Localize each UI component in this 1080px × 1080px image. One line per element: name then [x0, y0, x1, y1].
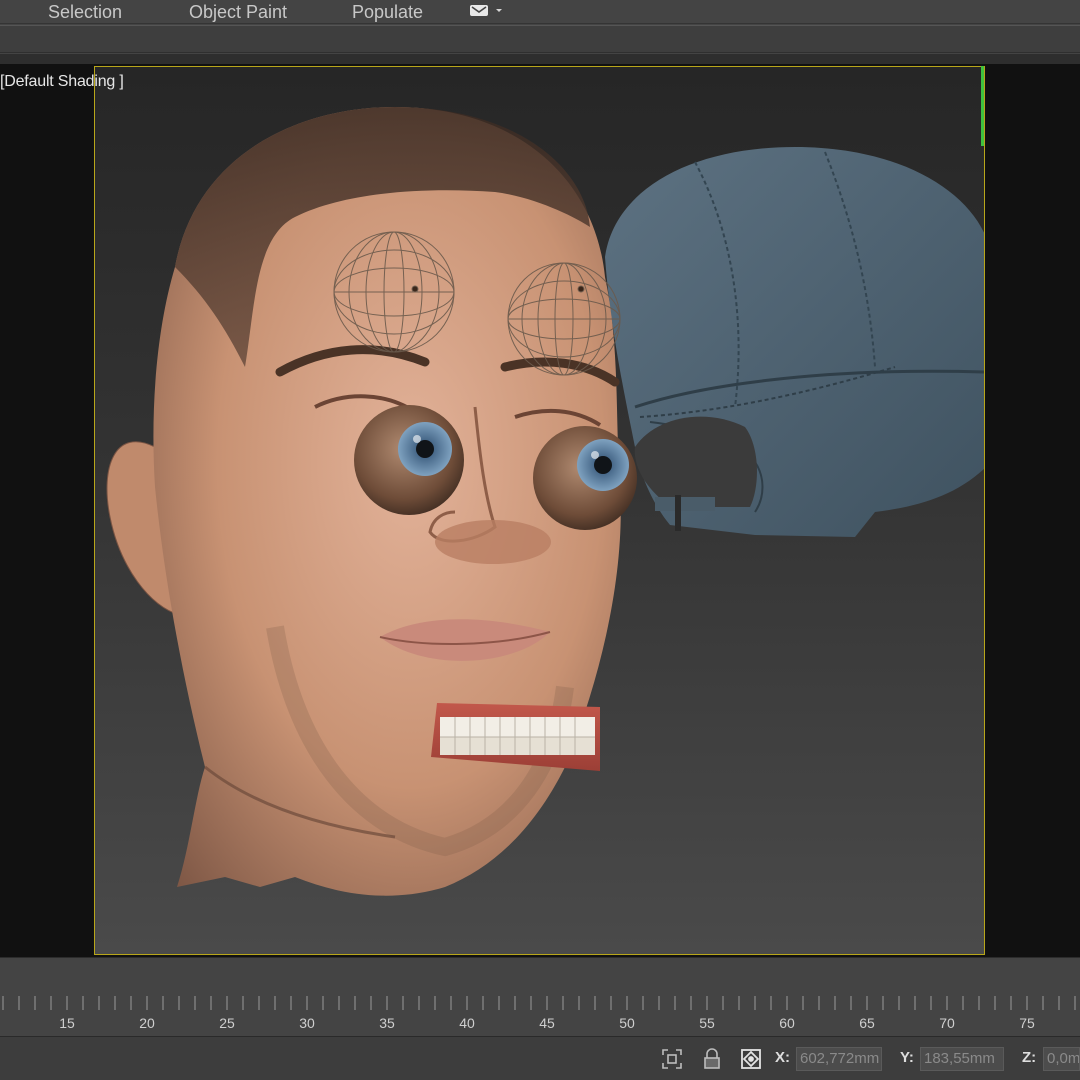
timeline-label: 25 — [219, 1015, 235, 1031]
toolbar-divider — [0, 54, 1080, 64]
timeline-label: 40 — [459, 1015, 475, 1031]
absolute-mode-icon[interactable] — [740, 1048, 762, 1070]
lock-icon[interactable] — [701, 1048, 723, 1070]
selection-frame-icon[interactable] — [661, 1048, 683, 1070]
timeline-label: 15 — [59, 1015, 75, 1031]
timeline-label: 30 — [299, 1015, 315, 1031]
viewport-shading-label[interactable]: [Default Shading ] — [0, 73, 124, 91]
z-coord-field[interactable]: 0,0mm — [1043, 1047, 1080, 1071]
menu-item-selection[interactable]: Selection — [48, 1, 122, 23]
timeline-label: 45 — [539, 1015, 555, 1031]
timeline-label: 35 — [379, 1015, 395, 1031]
cap-model — [605, 147, 984, 537]
timeline-ruler[interactable]: 15 20 25 30 35 40 45 50 55 60 65 70 75 — [0, 988, 1080, 1034]
scene-render — [106, 107, 984, 896]
eyeball-left — [354, 405, 464, 515]
mail-dropdown-icon[interactable] — [468, 3, 508, 19]
timeline-label: 20 — [139, 1015, 155, 1031]
x-coord-field[interactable]: 602,772mm — [796, 1047, 882, 1071]
timeline[interactable]: 15 20 25 30 35 40 45 50 55 60 65 70 75 — [0, 957, 1080, 1035]
eyeball-right — [533, 426, 637, 530]
menu-bar: Selection Object Paint Populate — [0, 0, 1080, 24]
timeline-label: 60 — [779, 1015, 795, 1031]
viewport-edge-marker — [981, 66, 984, 146]
menu-item-object-paint[interactable]: Object Paint — [189, 1, 287, 23]
z-coord-label: Z: — [1022, 1049, 1037, 1066]
toolbar-strip — [0, 25, 1080, 53]
x-coord-label: X: — [775, 1049, 790, 1066]
safe-frame[interactable] — [94, 66, 985, 955]
viewport[interactable]: [Default Shading ] — [0, 64, 1080, 957]
timeline-label: 70 — [939, 1015, 955, 1031]
y-coord-field[interactable]: 183,55mm — [920, 1047, 1004, 1071]
timeline-label: 50 — [619, 1015, 635, 1031]
timeline-label: 75 — [1019, 1015, 1035, 1031]
menu-item-populate[interactable]: Populate — [352, 1, 423, 23]
timeline-label: 55 — [699, 1015, 715, 1031]
status-bar: X: 602,772mm Y: 183,55mm Z: 0,0mm — [0, 1036, 1080, 1080]
timeline-label: 65 — [859, 1015, 875, 1031]
y-coord-label: Y: — [900, 1049, 914, 1066]
